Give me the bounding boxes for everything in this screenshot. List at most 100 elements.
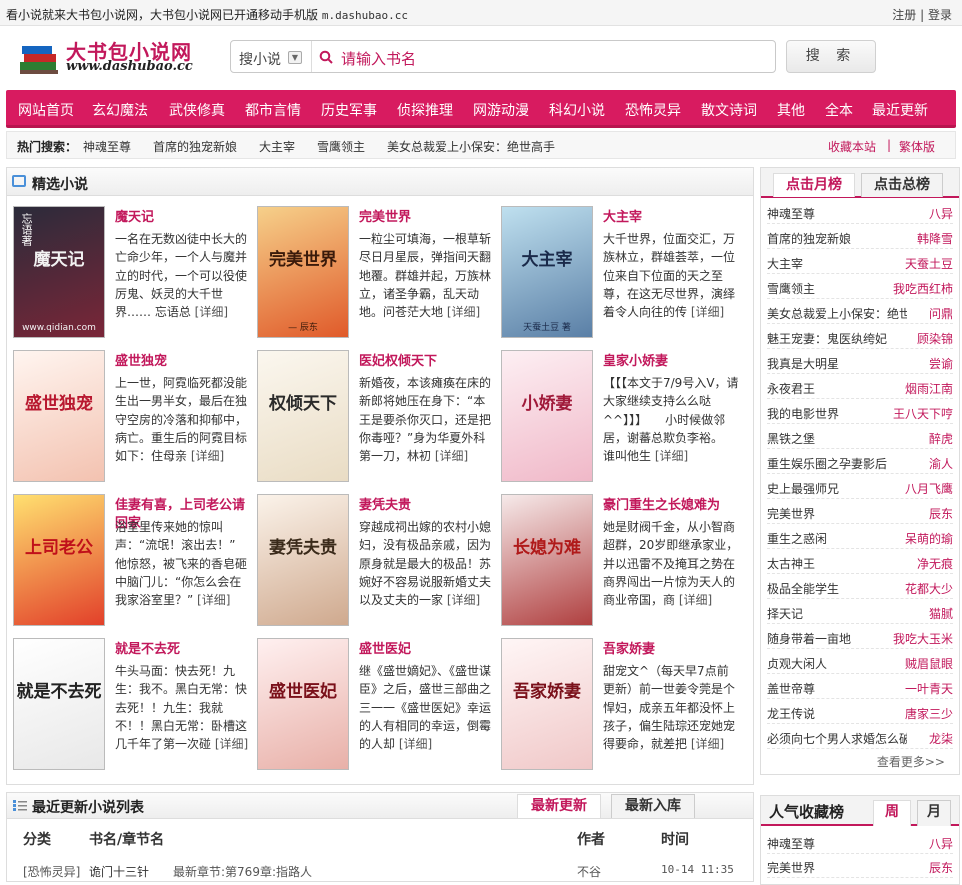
book-title[interactable]: 雪鹰领主 [767, 280, 907, 297]
detail-link[interactable]: [详细] [399, 737, 432, 751]
tab-monthly[interactable]: 月 [917, 800, 951, 826]
book-title[interactable]: 重生之惑闲 [767, 530, 907, 547]
hot-search-item[interactable]: 雪鹰领主 [317, 138, 365, 155]
tab-weekly[interactable]: 周 [873, 800, 911, 826]
book-title[interactable]: 神魂至尊 [767, 205, 907, 222]
list-item[interactable]: 黑铁之堡 醉虎 [767, 425, 953, 449]
book-author[interactable]: 净无痕 [914, 555, 953, 572]
list-item[interactable]: 重生娱乐圈之孕妻影后 渝人 [767, 450, 953, 474]
list-item[interactable]: 完美世界 辰东 [767, 500, 953, 524]
book-cover[interactable]: 吾家娇妻 [501, 638, 593, 770]
tab-new-arrivals[interactable]: 最新入库 [611, 794, 695, 818]
list-item[interactable]: 龙王传说 唐家三少 [767, 700, 953, 724]
detail-link[interactable]: [详细] [655, 449, 688, 463]
book-title[interactable]: 必须向七个男人求婚怎么破！ [767, 730, 907, 747]
book-author[interactable]: 八异 [926, 835, 953, 852]
list-item[interactable]: 神魂至尊 八异 [767, 200, 953, 224]
detail-link[interactable]: [详细] [197, 593, 230, 607]
book-title[interactable]: 盛世独宠 [115, 353, 251, 371]
list-item[interactable]: 我的电影世界 王八天下哼 [767, 400, 953, 424]
book-cover[interactable]: 小娇妻 [501, 350, 593, 482]
nav-item-poetry[interactable]: 散文诗词 [701, 100, 757, 120]
book-cover[interactable]: 盛世医妃 [257, 638, 349, 770]
nav-item-other[interactable]: 其他 [777, 100, 805, 120]
book-title[interactable]: 吾家娇妻 [603, 641, 739, 659]
search-input[interactable]: 请输入书名 [341, 48, 416, 69]
book-title[interactable]: 妻凭夫贵 [359, 497, 495, 515]
list-item[interactable]: 大主宰 天蚕土豆 [767, 250, 953, 274]
book-author[interactable]: 辰东 [926, 859, 953, 876]
list-item[interactable]: 极品全能学生 花都大少 [767, 575, 953, 599]
list-item[interactable]: 神魂至尊 八异 [767, 830, 953, 854]
row-category[interactable]: [恐怖灵异] [23, 863, 80, 880]
nav-item-horror[interactable]: 恐怖灵异 [625, 100, 681, 120]
book-title[interactable]: 神魂至尊 [767, 835, 907, 852]
list-item[interactable]: 择天记 猫腻 [767, 600, 953, 624]
list-item[interactable]: 随身带着一亩地 我吃大玉米 [767, 625, 953, 649]
nav-item-complete[interactable]: 全本 [825, 100, 853, 120]
book-cover[interactable]: 盛世独宠 [13, 350, 105, 482]
book-title[interactable]: 盛世医妃 [359, 641, 495, 659]
book-title[interactable]: 完美世界 [359, 209, 495, 227]
row-chapter[interactable]: 最新章节:第769章:指路人 [173, 863, 312, 880]
hot-search-item[interactable]: 神魂至尊 [83, 138, 131, 155]
book-title[interactable]: 完美世界 [767, 505, 907, 522]
nav-item-scifi[interactable]: 科幻小说 [549, 100, 605, 120]
book-author[interactable]: 贼眉鼠眼 [902, 655, 953, 672]
more-link[interactable]: 查看更多>> [877, 753, 945, 770]
book-author[interactable]: 天蚕土豆 [902, 255, 953, 272]
book-author[interactable]: 龙柒 [926, 730, 953, 747]
nav-item-game[interactable]: 网游动漫 [473, 100, 529, 120]
traditional-chinese-link[interactable]: 繁体版 [899, 138, 935, 155]
chevron-down-icon[interactable]: ▼ [288, 51, 302, 64]
book-author[interactable]: 王八天下哼 [890, 405, 953, 422]
book-title[interactable]: 盖世帝尊 [767, 680, 907, 697]
book-title[interactable]: 医妃权倾天下 [359, 353, 495, 371]
book-title[interactable]: 魅王宠妻：鬼医纨绔妃 [767, 330, 907, 347]
book-cover[interactable]: 大主宰 天蚕土豆 著 [501, 206, 593, 338]
tab-total-clicks[interactable]: 点击总榜 [861, 173, 943, 197]
detail-link[interactable]: [详细] [215, 737, 248, 751]
detail-link[interactable]: [详细] [679, 593, 712, 607]
book-author[interactable]: 韩降雪 [914, 230, 953, 247]
bookmark-link[interactable]: 收藏本站 [828, 138, 876, 155]
book-title[interactable]: 重生娱乐圈之孕妻影后 [767, 455, 907, 472]
book-title[interactable]: 永夜君王 [767, 380, 907, 397]
book-author[interactable]: 八异 [926, 205, 953, 222]
book-cover[interactable]: 上司老公 [13, 494, 105, 626]
book-author[interactable]: 呆萌的瑜 [902, 530, 953, 547]
tab-latest-updates[interactable]: 最新更新 [517, 794, 601, 818]
nav-item-latest[interactable]: 最近更新 [872, 100, 928, 120]
nav-item-detective[interactable]: 侦探推理 [397, 100, 453, 120]
book-author[interactable]: 烟雨江南 [902, 380, 953, 397]
detail-link[interactable]: [详细] [191, 449, 224, 463]
book-title[interactable]: 我真是大明星 [767, 355, 907, 372]
book-author[interactable]: 尝谕 [926, 355, 953, 372]
hot-search-item[interactable]: 大主宰 [259, 138, 295, 155]
book-title[interactable]: 就是不去死 [115, 641, 251, 659]
book-title[interactable]: 史上最强师兄 [767, 480, 907, 497]
book-title[interactable]: 大主宰 [767, 255, 907, 272]
book-cover[interactable]: 妻凭夫贵 [257, 494, 349, 626]
book-cover[interactable]: 忘语著 魔天记 www.qidian.com [13, 206, 105, 338]
list-item[interactable]: 美女总裁爱上小保安：绝世高手 问鼎 [767, 300, 953, 324]
book-cover[interactable]: 权倾天下 [257, 350, 349, 482]
book-title[interactable]: 太古神王 [767, 555, 907, 572]
book-author[interactable]: 我吃西红柿 [890, 280, 953, 297]
detail-link[interactable]: [详细] [691, 305, 724, 319]
book-title[interactable]: 龙王传说 [767, 705, 907, 722]
list-item[interactable]: 永夜君王 烟雨江南 [767, 375, 953, 399]
book-title[interactable]: 完美世界 [767, 859, 907, 876]
book-author[interactable]: 渝人 [926, 455, 953, 472]
book-title[interactable]: 择天记 [767, 605, 907, 622]
list-item[interactable]: 我真是大明星 尝谕 [767, 350, 953, 374]
list-item[interactable]: 魅王宠妻：鬼医纨绔妃 顾染锦 [767, 325, 953, 349]
list-item[interactable]: 盖世帝尊 一叶青天 [767, 675, 953, 699]
row-author[interactable]: 不谷 [577, 863, 601, 880]
hot-search-item[interactable]: 首席的独宠新娘 [153, 138, 237, 155]
list-item[interactable]: 史上最强师兄 八月飞鹰 [767, 475, 953, 499]
nav-item-urban[interactable]: 都市言情 [245, 100, 301, 120]
book-author[interactable]: 一叶青天 [902, 680, 953, 697]
book-author[interactable]: 花都大少 [902, 580, 953, 597]
book-cover[interactable]: 长媳为难 [501, 494, 593, 626]
